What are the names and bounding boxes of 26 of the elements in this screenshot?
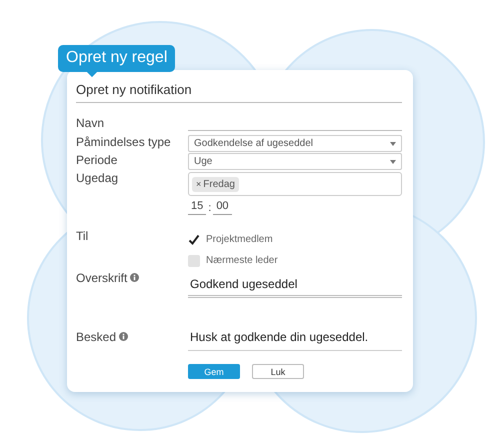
- field-label: Til: [76, 229, 88, 243]
- form-title: Opret ny notifikation: [76, 82, 402, 103]
- field-label: Overskrift: [76, 271, 128, 285]
- minute-field[interactable]: 00: [213, 200, 232, 215]
- caret-icon: [390, 160, 396, 164]
- tag-field[interactable]: × Fredag: [188, 172, 402, 196]
- heading-field[interactable]: Godkend ugeseddel: [188, 277, 402, 298]
- caret-icon: [390, 142, 396, 146]
- remove-tag-button[interactable]: ×: [196, 179, 202, 189]
- time-separator: :: [208, 202, 212, 214]
- dropdown[interactable]: Godkendelse af ugeseddel: [188, 135, 402, 152]
- field-label: Ugedag: [76, 171, 118, 185]
- checkbox-label: Nærmeste leder: [206, 255, 278, 266]
- day-tag: × Fredag: [192, 176, 239, 192]
- field-label: Påmindelses type: [76, 135, 171, 149]
- close-button[interactable]: Luk: [252, 364, 304, 379]
- field-label: Navn: [76, 116, 104, 130]
- field-label: Besked: [76, 330, 116, 344]
- checkbox[interactable]: [188, 254, 200, 266]
- rule-badge: Opret ny regel: [58, 45, 176, 72]
- checkbox-label: Projektmedlem: [206, 234, 273, 245]
- message-field[interactable]: Husk at godkende din ugeseddel.: [188, 330, 402, 351]
- field-label: Periode: [76, 153, 118, 167]
- dropdown[interactable]: Uge: [188, 153, 402, 170]
- checkbox[interactable]: [188, 234, 200, 246]
- hour-field[interactable]: 15: [188, 200, 206, 215]
